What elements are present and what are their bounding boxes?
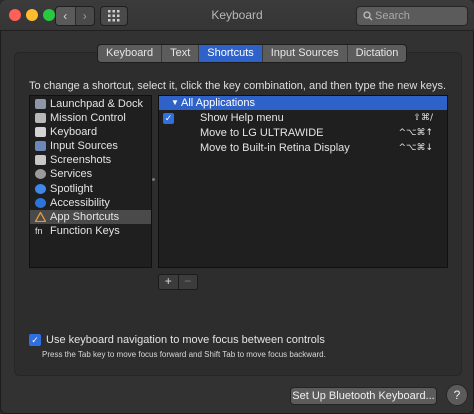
category-label: App Shortcuts (50, 211, 120, 223)
tab-dictation[interactable]: Dictation (346, 45, 407, 62)
category-label: Input Sources (50, 140, 118, 152)
keyboard-preferences-window: ‹ › Keyboard Keyboard Text Shortcut (0, 0, 474, 414)
keyboard-navigation-label[interactable]: Use keyboard navigation to move focus be… (46, 334, 325, 346)
search-icon (363, 11, 373, 21)
shortcut-name: Show Help menu (200, 112, 284, 124)
category-label: Function Keys (50, 225, 120, 237)
category-label: Mission Control (50, 112, 126, 124)
category-app-shortcuts[interactable]: App Shortcuts (30, 210, 151, 224)
mission-control-icon (35, 113, 46, 123)
spotlight-icon (35, 184, 46, 194)
tab-keyboard[interactable]: Keyboard (98, 45, 161, 62)
category-screenshots[interactable]: Screenshots (30, 153, 151, 167)
category-function-keys[interactable]: fn Function Keys (30, 224, 151, 238)
disclosure-triangle-icon[interactable]: ▼ (171, 96, 179, 110)
help-button[interactable]: ? (446, 384, 468, 406)
split-view-divider[interactable] (152, 178, 155, 181)
category-mission-control[interactable]: Mission Control (30, 111, 151, 125)
category-input-sources[interactable]: Input Sources (30, 139, 151, 153)
fn-icon: fn (35, 226, 43, 236)
shortcut-name: Move to Built-in Retina Display (200, 142, 350, 154)
category-label: Launchpad & Dock (50, 98, 143, 110)
shortcut-keys[interactable]: ^⌥⌘↓ (399, 141, 433, 156)
category-launchpad-dock[interactable]: Launchpad & Dock (30, 97, 151, 111)
shortcut-row[interactable]: ✓ Show Help menu ⇧⌘/ (159, 111, 447, 126)
group-label: All Applications (181, 97, 255, 109)
search-field[interactable] (356, 6, 468, 26)
category-keyboard[interactable]: Keyboard (30, 125, 151, 139)
shortcut-name: Move to LG ULTRAWIDE (200, 127, 324, 139)
category-label: Screenshots (50, 154, 112, 166)
shortcut-enabled-checkbox[interactable]: ✓ (163, 113, 174, 124)
add-shortcut-button[interactable]: + (159, 275, 178, 289)
title-bar: ‹ › Keyboard (0, 0, 474, 31)
app-shortcuts-icon (34, 211, 47, 223)
shortcut-row[interactable]: Move to Built-in Retina Display ^⌥⌘↓ (159, 141, 447, 156)
set-up-bluetooth-keyboard-button[interactable]: Set Up Bluetooth Keyboard... (290, 387, 437, 405)
category-label: Keyboard (50, 126, 98, 138)
category-label: Accessibility (50, 197, 110, 209)
remove-shortcut-button[interactable]: − (177, 275, 197, 289)
shortcut-row[interactable]: Move to LG ULTRAWIDE ^⌥⌘↑ (159, 126, 447, 141)
category-spotlight[interactable]: Spotlight (30, 182, 151, 196)
shortcut-keys[interactable]: ⇧⌘/ (413, 111, 433, 126)
shortcut-list: ▼ All Applications ✓ Show Help menu ⇧⌘/ … (158, 95, 448, 268)
group-header-all-applications[interactable]: ▼ All Applications (159, 96, 447, 110)
launchpad-icon (35, 99, 46, 109)
keyboard-navigation-checkbox[interactable]: ✓ (29, 334, 41, 346)
keyboard-navigation-hint: Press the Tab key to move focus forward … (42, 350, 326, 359)
tab-bar: Keyboard Text Shortcuts Input Sources Di… (97, 44, 408, 63)
gear-icon (35, 169, 46, 179)
category-label: Spotlight (50, 183, 93, 195)
category-services[interactable]: Services (30, 167, 151, 181)
tab-text[interactable]: Text (161, 45, 198, 62)
screenshots-icon (35, 155, 46, 165)
category-list: Launchpad & Dock Mission Control Keyboar… (29, 95, 152, 268)
tab-input-sources[interactable]: Input Sources (261, 45, 347, 62)
shortcut-keys[interactable]: ^⌥⌘↑ (399, 126, 433, 141)
search-input[interactable] (375, 7, 463, 25)
accessibility-icon (35, 198, 46, 208)
keyboard-icon (35, 127, 46, 137)
category-label: Services (50, 168, 93, 180)
input-sources-icon (35, 141, 46, 151)
add-remove-group: + − (158, 274, 198, 290)
tab-shortcuts[interactable]: Shortcuts (198, 45, 262, 62)
instruction-text: To change a shortcut, select it, click t… (29, 80, 447, 92)
category-accessibility[interactable]: Accessibility (30, 196, 151, 210)
